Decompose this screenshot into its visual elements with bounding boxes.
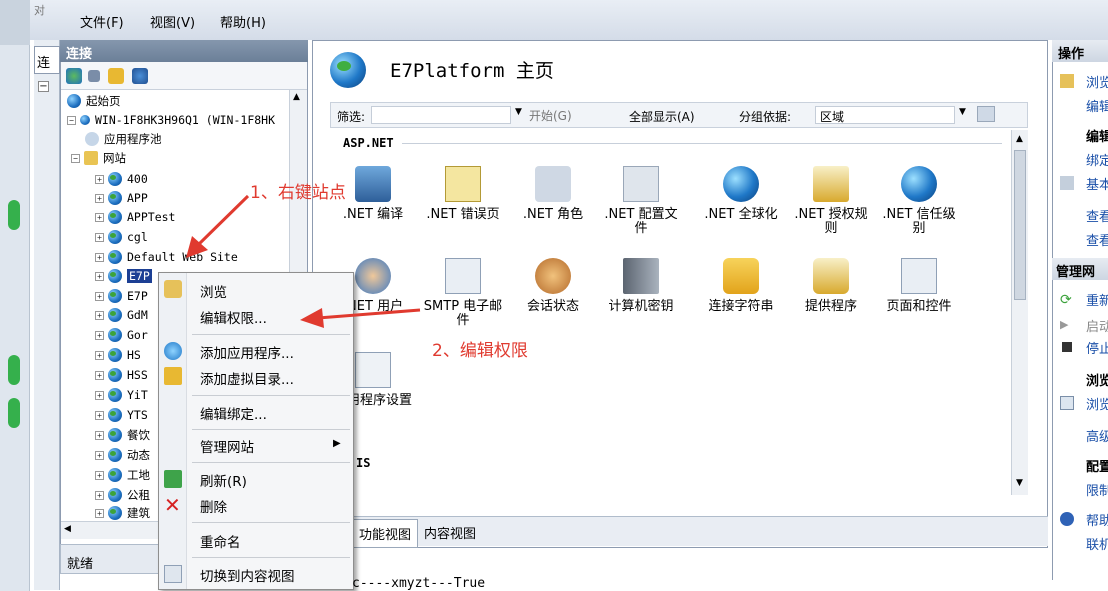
annotation-step1: 1、右键站点 bbox=[250, 183, 346, 203]
annotation-arrowhead-2 bbox=[300, 308, 324, 328]
annotation-arrows bbox=[186, 194, 421, 328]
annotation-arrow-1 bbox=[196, 194, 250, 247]
annotation-arrow-2 bbox=[317, 308, 421, 320]
annotation-step2: 2、编辑权限 bbox=[432, 341, 528, 361]
background-text: c----xmyzt---True bbox=[352, 576, 486, 591]
